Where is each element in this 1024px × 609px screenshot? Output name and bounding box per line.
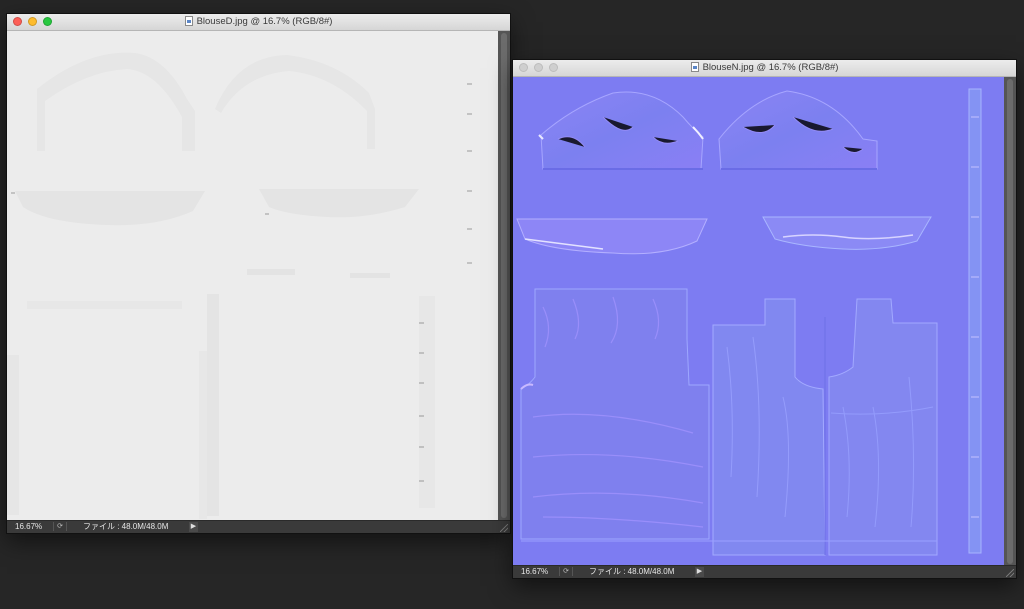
scroll-thumb[interactable] — [501, 33, 507, 518]
window-title-area: BlouseD.jpg @ 16.7% (RGB/8#) — [7, 15, 510, 29]
window-titlebar[interactable]: BlouseN.jpg @ 16.7% (RGB/8#) — [513, 60, 1016, 77]
document-window-blouse-d[interactable]: BlouseD.jpg @ 16.7% (RGB/8#) 16.67% ⟳ ファ… — [7, 14, 510, 533]
window-title: BlouseN.jpg @ 16.7% (RGB/8#) — [702, 62, 839, 73]
window-title-area: BlouseN.jpg @ 16.7% (RGB/8#) — [513, 61, 1016, 75]
status-menu-icon[interactable]: ⟳ — [53, 522, 67, 531]
vertical-scrollbar[interactable] — [498, 31, 510, 521]
file-size-info: ファイル : 48.0M/48.0M — [83, 522, 169, 531]
zoom-level[interactable]: 16.67% — [521, 566, 548, 578]
file-size-info: ファイル : 48.0M/48.0M — [589, 567, 675, 576]
window-title: BlouseD.jpg @ 16.7% (RGB/8#) — [196, 16, 333, 27]
image-canvas-normal[interactable] — [513, 77, 1004, 567]
play-arrow-icon[interactable]: ▶ — [189, 522, 198, 532]
image-canvas-diffuse[interactable] — [7, 31, 498, 521]
window-titlebar[interactable]: BlouseD.jpg @ 16.7% (RGB/8#) — [7, 14, 510, 31]
scroll-thumb[interactable] — [1007, 79, 1013, 564]
play-arrow-icon[interactable]: ▶ — [695, 567, 704, 577]
normal-map-texture-image — [513, 77, 1004, 567]
document-window-blouse-n[interactable]: BlouseN.jpg @ 16.7% (RGB/8#) 16.67% ⟳ ファ… — [513, 60, 1016, 578]
status-bar: 16.67% ⟳ ファイル : 48.0M/48.0M ▶ — [513, 565, 1016, 578]
status-bar: 16.67% ⟳ ファイル : 48.0M/48.0M ▶ — [7, 520, 510, 533]
document-icon — [690, 62, 699, 72]
resize-grip-icon[interactable] — [500, 524, 508, 532]
resize-grip-icon[interactable] — [1006, 569, 1014, 577]
diffuse-texture-image — [7, 31, 498, 521]
zoom-level[interactable]: 16.67% — [15, 521, 42, 533]
status-menu-icon[interactable]: ⟳ — [559, 567, 573, 576]
document-icon — [184, 16, 193, 26]
vertical-scrollbar[interactable] — [1004, 77, 1016, 567]
